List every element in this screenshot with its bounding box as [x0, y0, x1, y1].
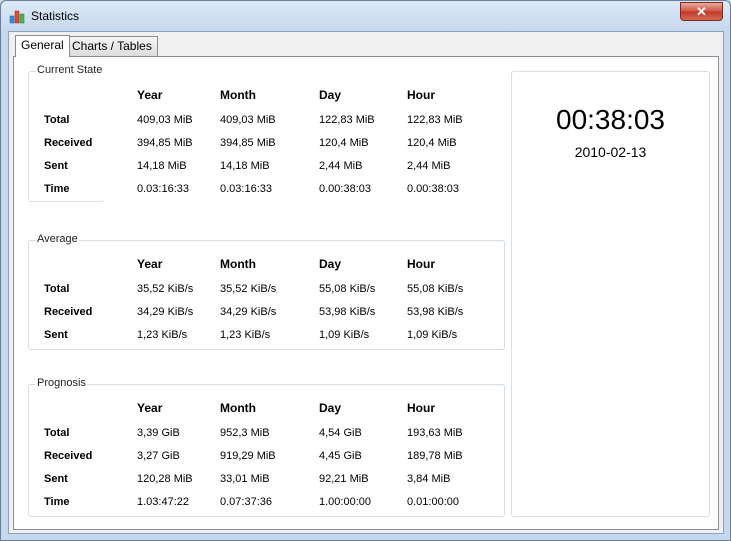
current-state-value: 0.03:16:33: [220, 183, 272, 195]
current-state-row-label: Received: [44, 137, 93, 149]
current-state-value: 122,83 MiB: [319, 114, 375, 126]
current-state-value: 394,85 MiB: [137, 137, 193, 149]
current-state-value: 14,18 MiB: [220, 160, 270, 172]
client-area: General Charts / Tables Current State Av…: [8, 31, 724, 534]
prognosis-value: 33,01 MiB: [220, 473, 270, 485]
current-state-row-label: Total: [44, 114, 70, 126]
general-tab-panel: Current State Average Prognosis 00:38:03…: [13, 56, 719, 530]
prognosis-col-header: Year: [137, 401, 163, 415]
tab-general-label: General: [21, 38, 64, 52]
current-state-row-label: Time: [44, 183, 70, 195]
prognosis-value: 0.07:37:36: [220, 496, 272, 508]
current-state-value: 120,4 MiB: [319, 137, 369, 149]
tab-charts-tables-label: Charts / Tables: [72, 39, 152, 53]
average-value: 1,23 KiB/s: [220, 329, 271, 341]
average-value: 55,08 KiB/s: [407, 283, 464, 295]
prognosis-value: 952,3 MiB: [220, 427, 270, 439]
current-state-value: 0.00:38:03: [407, 183, 459, 195]
average-col-header: Month: [220, 257, 256, 271]
average-value: 1,23 KiB/s: [137, 329, 188, 341]
statistics-window: Statistics ✕ General Charts / Tables Cur…: [0, 0, 731, 541]
current-state-value: 409,03 MiB: [137, 114, 193, 126]
average-col-header: Hour: [407, 257, 435, 271]
current-state-value: 2,44 MiB: [319, 160, 363, 172]
prognosis-value: 4,54 GiB: [319, 427, 362, 439]
prognosis-value: 1.00:00:00: [319, 496, 371, 508]
prognosis-row-label: Total: [44, 427, 70, 439]
average-value: 55,08 KiB/s: [319, 283, 376, 295]
prognosis-value: 120,28 MiB: [137, 473, 193, 485]
current-state-value: 14,18 MiB: [137, 160, 187, 172]
prognosis-value: 919,29 MiB: [220, 450, 276, 462]
prognosis-value: 92,21 MiB: [319, 473, 369, 485]
prognosis-title: Prognosis: [36, 377, 87, 389]
tab-charts-tables[interactable]: Charts / Tables: [66, 36, 158, 56]
prognosis-col-header: Hour: [407, 401, 435, 415]
prognosis-value: 3,84 MiB: [407, 473, 451, 485]
prognosis-value: 193,63 MiB: [407, 427, 463, 439]
elapsed-time: 00:38:03: [556, 104, 665, 135]
average-title: Average: [36, 233, 79, 245]
prognosis-value: 1.03:47:22: [137, 496, 189, 508]
prognosis-col-header: Month: [220, 401, 256, 415]
prognosis-value: 3,39 GiB: [137, 427, 180, 439]
average-value: 34,29 KiB/s: [220, 306, 277, 318]
average-col-header: Year: [137, 257, 163, 271]
current-state-value: 122,83 MiB: [407, 114, 463, 126]
average-value: 34,29 KiB/s: [137, 306, 194, 318]
average-value: 1,09 KiB/s: [319, 329, 370, 341]
prognosis-value: 0.01:00:00: [407, 496, 459, 508]
average-value: 53,98 KiB/s: [407, 306, 464, 318]
current-state-col-header: Hour: [407, 88, 435, 102]
prognosis-value: 3,27 GiB: [137, 450, 180, 462]
current-state-row-label: Sent: [44, 160, 68, 172]
close-button[interactable]: ✕: [680, 2, 723, 21]
window-title: Statistics: [31, 9, 80, 23]
tab-general[interactable]: General: [15, 35, 70, 57]
average-row-label: Sent: [44, 329, 68, 341]
session-date: 2010-02-13: [574, 144, 647, 160]
close-icon: ✕: [696, 4, 707, 19]
prognosis-row-label: Time: [44, 496, 70, 508]
current-state-col-header: Day: [319, 88, 342, 102]
title-bar[interactable]: Statistics ✕: [1, 1, 730, 31]
clock-panel: 00:38:03 2010-02-13: [511, 71, 710, 517]
prognosis-col-header: Day: [319, 401, 342, 415]
current-state-value: 409,03 MiB: [220, 114, 276, 126]
prognosis-value: 4,45 GiB: [319, 450, 362, 462]
current-state-value: 0.03:16:33: [137, 183, 189, 195]
current-state-value: 394,85 MiB: [220, 137, 276, 149]
prognosis-row-label: Sent: [44, 473, 68, 485]
average-value: 1,09 KiB/s: [407, 329, 458, 341]
current-state-col-header: Year: [137, 88, 163, 102]
bar-chart-icon: [9, 10, 25, 24]
current-state-value: 2,44 MiB: [407, 160, 451, 172]
current-state-col-header: Month: [220, 88, 256, 102]
current-state-value: 120,4 MiB: [407, 137, 457, 149]
prognosis-value: 189,78 MiB: [407, 450, 463, 462]
average-value: 35,52 KiB/s: [220, 283, 277, 295]
average-value: 53,98 KiB/s: [319, 306, 376, 318]
average-value: 35,52 KiB/s: [137, 283, 194, 295]
average-col-header: Day: [319, 257, 342, 271]
prognosis-row-label: Received: [44, 450, 93, 462]
current-state-value: 0.00:38:03: [319, 183, 371, 195]
average-row-label: Total: [44, 283, 70, 295]
average-row-label: Received: [44, 306, 93, 318]
current-state-title: Current State: [36, 64, 104, 76]
